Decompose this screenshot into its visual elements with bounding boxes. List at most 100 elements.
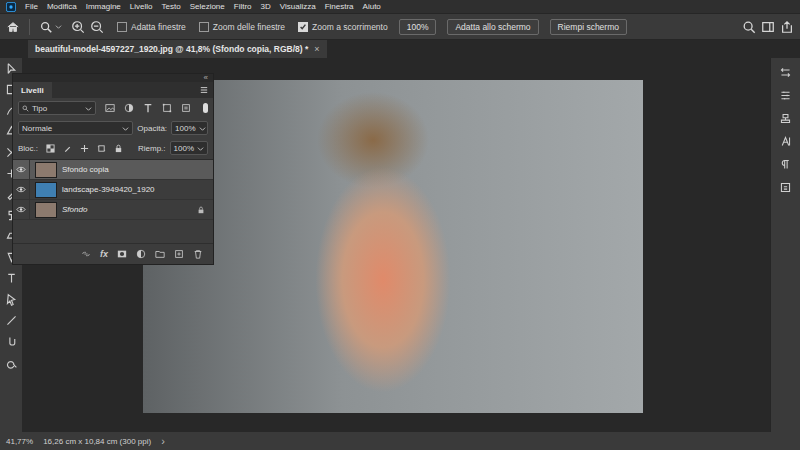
option-button[interactable]: 100% — [399, 19, 437, 35]
panel-title-strip[interactable]: « — [13, 74, 213, 82]
menu-item[interactable]: Modifica — [47, 2, 77, 11]
layers-panel[interactable]: « Livelli Tipo Normale Opacità: 100% Blo… — [12, 73, 214, 265]
panel-icon[interactable] — [779, 158, 792, 171]
menu-item[interactable]: Visualizza — [280, 2, 316, 11]
photoshop-logo-icon — [6, 2, 16, 12]
option-button[interactable]: Riempi schermo — [550, 19, 627, 35]
dropdown-arrow-icon — [199, 125, 206, 132]
zoom-level[interactable]: 41,77% — [6, 437, 33, 446]
collapse-button[interactable]: « — [204, 74, 208, 82]
tool-icon[interactable] — [5, 293, 18, 306]
layer-thumbnail[interactable] — [35, 182, 57, 198]
layer-row[interactable]: landscape-3949420_1920 — [13, 180, 213, 200]
dropdown-arrow-icon — [85, 105, 92, 112]
panel-icon[interactable] — [779, 135, 792, 148]
checkbox-option[interactable]: Zoom a scorrimento — [298, 22, 388, 32]
menu-item[interactable]: Livello — [130, 2, 153, 11]
menu-item[interactable]: Filtro — [234, 2, 252, 11]
layer-style-button[interactable]: fx — [100, 249, 108, 259]
document-info: 16,26 cm x 10,84 cm (300 ppi) — [43, 437, 151, 446]
menu-item[interactable]: Finestra — [325, 2, 354, 11]
smart-object-filter-icon[interactable] — [181, 103, 191, 113]
layer-list: Sfondo copia landscape-3949420_1920 Sfon… — [13, 159, 213, 243]
visibility-toggle[interactable] — [13, 180, 30, 199]
opacity-field[interactable]: 100% — [171, 121, 208, 135]
panel-icon[interactable] — [779, 66, 792, 79]
panel-menu-icon[interactable] — [200, 86, 208, 94]
tool-icon[interactable] — [5, 314, 18, 327]
panel-icon[interactable] — [779, 89, 792, 102]
workspace-icon[interactable] — [761, 20, 775, 34]
checkbox-option[interactable]: Zoom delle finestre — [199, 22, 285, 32]
menu-item[interactable]: 3D — [261, 2, 271, 11]
menu-item[interactable]: Aiuto — [363, 2, 381, 11]
tool-icon[interactable] — [5, 335, 18, 348]
search-icon — [22, 105, 29, 112]
option-button[interactable]: Adatta allo schermo — [447, 19, 538, 35]
document-image[interactable] — [143, 80, 643, 413]
checkbox-box[interactable] — [199, 22, 209, 32]
visibility-toggle[interactable] — [13, 160, 30, 179]
filter-select[interactable]: Tipo — [18, 101, 96, 115]
dropdown-arrow-icon[interactable] — [55, 23, 62, 30]
layers-tab[interactable]: Livelli — [13, 82, 52, 98]
share-icon[interactable] — [780, 20, 794, 34]
adjustment-layer-icon[interactable] — [136, 249, 146, 259]
lock-position-icon[interactable] — [80, 144, 89, 153]
tool-icon[interactable] — [5, 272, 18, 285]
shape-filter-icon[interactable] — [162, 103, 172, 113]
adjustment-filter-icon[interactable] — [124, 103, 134, 113]
blend-row: Normale Opacità: 100% — [13, 118, 213, 138]
panel-icon[interactable] — [779, 181, 792, 194]
search-icon[interactable] — [742, 20, 756, 34]
eye-icon — [16, 186, 26, 193]
link-icon[interactable] — [81, 249, 91, 259]
new-layer-icon[interactable] — [174, 249, 184, 259]
panel-icon[interactable] — [779, 112, 792, 125]
checkbox-option[interactable]: Adatta finestre — [117, 22, 186, 32]
zoom-out-icon[interactable] — [90, 20, 104, 34]
layer-row[interactable]: Sfondo copia — [13, 160, 213, 180]
lock-icon — [197, 206, 205, 214]
panel-dock — [770, 58, 800, 432]
close-tab-button[interactable]: × — [314, 44, 319, 54]
layer-thumbnail[interactable] — [35, 162, 57, 178]
tool-icon[interactable] — [5, 356, 18, 369]
layer-row[interactable]: Sfondo — [13, 200, 213, 220]
folder-icon[interactable] — [155, 249, 165, 259]
trash-icon[interactable] — [193, 249, 203, 259]
layer-thumbnail[interactable] — [35, 202, 57, 218]
type-filter-icon[interactable] — [143, 103, 153, 113]
document-tab-bar: beautiful-model-4597227_1920.jpg @ 41,8%… — [0, 40, 800, 58]
status-more-button[interactable]: › — [161, 435, 165, 447]
home-icon[interactable] — [6, 20, 20, 34]
zoom-in-icon[interactable] — [71, 20, 85, 34]
lock-pixels-icon[interactable] — [63, 144, 72, 153]
fill-field[interactable]: 100% — [170, 141, 208, 155]
blend-mode-select[interactable]: Normale — [18, 121, 133, 135]
pixel-filter-icon[interactable] — [105, 103, 115, 113]
status-bar: 41,77% 16,26 cm x 10,84 cm (300 ppi) › — [0, 432, 800, 450]
checkbox-box[interactable] — [298, 22, 308, 32]
dropdown-arrow-icon — [197, 145, 204, 152]
menu-item[interactable]: Immagine — [86, 2, 121, 11]
document-tab[interactable]: beautiful-model-4597227_1920.jpg @ 41,8%… — [28, 40, 327, 58]
layers-actions-bar: fx — [13, 243, 213, 264]
photoshop-window: File Modifica Immagine Livello Testo Selezion… — [0, 0, 800, 450]
mask-icon[interactable] — [117, 249, 127, 259]
lock-artboard-icon[interactable] — [97, 144, 106, 153]
zoom-tool-icon[interactable] — [39, 20, 53, 34]
lock-row: Bloc.: Riemp.: 100% — [13, 138, 213, 158]
menu-item[interactable]: Testo — [162, 2, 181, 11]
checkbox-box[interactable] — [117, 22, 127, 32]
visibility-toggle[interactable] — [13, 200, 30, 219]
filter-row: Tipo — [13, 98, 213, 118]
menu-item[interactable]: File — [25, 2, 38, 11]
filter-toggle[interactable] — [203, 103, 208, 113]
menu-item[interactable]: Selezione — [190, 2, 225, 11]
options-bar: Adatta finestre Zoom delle finestre Zoom… — [0, 13, 800, 40]
lock-all-icon[interactable] — [114, 144, 123, 153]
lock-transparency-icon[interactable] — [46, 144, 55, 153]
eye-icon — [16, 206, 26, 213]
panel-tab-row: Livelli — [13, 82, 213, 98]
